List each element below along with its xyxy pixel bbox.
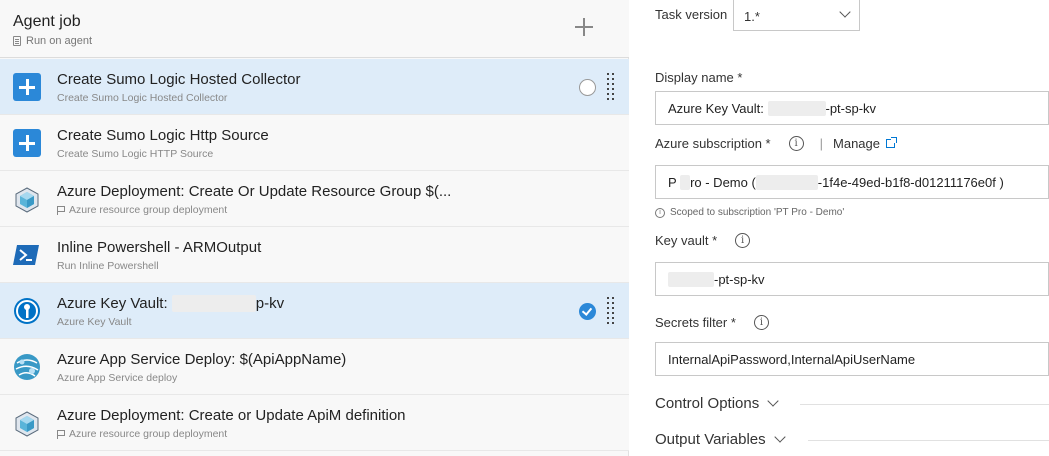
task-subtitle: Run Inline Powershell [57, 260, 159, 272]
manage-link[interactable]: Manage [833, 136, 897, 151]
task-title: Create Sumo Logic Http Source [57, 127, 269, 144]
scoped-note-text: Scoped to subscription 'PT Pro - Demo' [670, 207, 845, 218]
task-item-apim-deploy[interactable]: Azure Deployment: Create or Update ApiM … [0, 395, 629, 451]
azure-resource-group-icon [15, 411, 39, 437]
control-options-section[interactable]: Control Options [655, 394, 779, 412]
output-variables-section[interactable]: Output Variables [655, 430, 786, 448]
task-list-panel: Agent job Run on agent Create Sumo Logic… [0, 0, 629, 456]
task-subtitle: Azure resource group deployment [57, 204, 227, 216]
agent-job-subtitle-text: Run on agent [26, 35, 93, 47]
task-title: Inline Powershell - ARMOutput [57, 239, 262, 256]
chevron-down-icon [773, 430, 786, 443]
task-title: Azure App Service Deploy: $(ApiAppName) [57, 351, 347, 368]
task-title-suffix: p-kv [255, 295, 285, 312]
check-icon[interactable] [579, 303, 596, 320]
display-name-label: Display name * [655, 70, 743, 85]
key-vault-icon [14, 298, 40, 324]
divider [800, 404, 1049, 405]
task-title-prefix: Azure Key Vault: [57, 295, 168, 312]
flag-icon [57, 429, 65, 439]
task-title: Azure Deployment: Create Or Update Resou… [57, 183, 452, 200]
agent-job-header[interactable]: Agent job Run on agent [0, 0, 629, 58]
info-icon: i [655, 207, 665, 218]
task-version-label: Task version [655, 7, 728, 22]
chevron-down-icon [767, 394, 779, 407]
task-title: Azure Deployment: Create or Update ApiM … [57, 407, 406, 424]
display-name-input[interactable]: Azure Key Vault: .-pt-sp-kv [655, 91, 1049, 125]
info-icon[interactable]: i [735, 233, 751, 248]
azure-resource-group-icon [15, 187, 39, 213]
task-item-app-service-deploy[interactable]: Azure App Service Deploy: $(ApiAppName) … [0, 339, 629, 395]
task-enable-toggle[interactable] [579, 79, 596, 96]
display-name-prefix: Azure Key Vault: [668, 101, 764, 116]
key-vault-select[interactable]: .-pt-sp-kv [655, 262, 1049, 296]
azure-subscription-row: Azure subscription * i | Manage [655, 136, 897, 151]
subscription-suffix: -1f4e-49ed-b1f8-d01211176e0f ) [817, 175, 1004, 190]
task-subtitle-text: Azure Key Vault [57, 316, 132, 328]
task-item-azure-rg-deploy[interactable]: Azure Deployment: Create Or Update Resou… [0, 171, 629, 227]
task-subtitle: Azure Key Vault [57, 316, 132, 328]
task-subtitle-text: Azure App Service deploy [57, 372, 178, 384]
task-subtitle: Create Sumo Logic Hosted Collector [57, 92, 227, 104]
task-item-inline-powershell[interactable]: Inline Powershell - ARMOutput Run Inline… [0, 227, 629, 283]
drag-handle-icon[interactable] [607, 73, 615, 101]
task-item-azure-key-vault[interactable]: Azure Key Vault: .p-kv Azure Key Vault [0, 283, 629, 339]
task-settings-panel: Task version 1.* Display name * Azure Ke… [630, 0, 1049, 456]
manage-label: Manage [833, 136, 880, 151]
task-version-value: 1.* [744, 9, 760, 24]
redacted-text: . [680, 175, 691, 190]
task-title: Create Sumo Logic Hosted Collector [57, 71, 301, 88]
agent-job-title: Agent job [13, 13, 81, 30]
control-options-label: Control Options [655, 395, 760, 412]
plus-icon [13, 73, 41, 101]
drag-handle-icon[interactable] [607, 297, 615, 325]
subscription-prefix: P [668, 175, 677, 190]
task-subtitle-text: Azure resource group deployment [69, 204, 228, 216]
key-vault-row: Key vault * i [655, 233, 751, 248]
chevron-down-icon [839, 6, 851, 18]
azure-subscription-label: Azure subscription * [655, 136, 771, 151]
task-subtitle-text: Azure resource group deployment [69, 428, 228, 440]
redacted-text: . [668, 272, 714, 287]
secrets-filter-input[interactable]: InternalApiPassword,InternalApiUserName [655, 342, 1049, 376]
info-icon[interactable]: i [753, 315, 769, 330]
task-subtitle-text: Create Sumo Logic Hosted Collector [57, 92, 228, 104]
task-version-select[interactable]: 1.* [733, 0, 860, 31]
app-service-icon [14, 354, 40, 380]
info-icon[interactable]: i [788, 136, 804, 151]
output-variables-label: Output Variables [655, 431, 766, 448]
flag-icon [57, 205, 65, 215]
task-subtitle-text: Create Sumo Logic HTTP Source [57, 148, 214, 160]
redacted-text: . [171, 295, 256, 312]
task-subtitle: Azure resource group deployment [57, 428, 227, 440]
secrets-filter-row: Secrets filter * i [655, 315, 769, 330]
add-task-button[interactable] [574, 17, 594, 37]
task-subtitle: Azure App Service deploy [57, 372, 177, 384]
scoped-note: i Scoped to subscription 'PT Pro - Demo' [655, 207, 844, 218]
task-title: Azure Key Vault: .p-kv [57, 295, 284, 312]
key-vault-suffix: -pt-sp-kv [714, 272, 765, 287]
separator: | [819, 136, 824, 151]
key-vault-label: Key vault * [655, 233, 718, 248]
powershell-icon [13, 245, 39, 265]
plus-icon [13, 129, 41, 157]
task-item-sumo-http-source[interactable]: Create Sumo Logic Http Source Create Sum… [0, 115, 629, 171]
agent-job-subtitle: Run on agent [13, 35, 92, 47]
redacted-text: . [755, 175, 818, 190]
external-link-icon [886, 137, 897, 148]
secrets-filter-label: Secrets filter * [655, 315, 736, 330]
redacted-text: . [767, 101, 826, 116]
azure-subscription-select[interactable]: P .ro - Demo (.-1f4e-49ed-b1f8-d01211176… [655, 165, 1049, 199]
task-subtitle-text: Run Inline Powershell [57, 260, 159, 272]
display-name-suffix: -pt-sp-kv [825, 101, 877, 116]
agent-icon [13, 36, 21, 46]
task-item-sumo-collector[interactable]: Create Sumo Logic Hosted Collector Creat… [0, 59, 629, 115]
divider [808, 440, 1049, 441]
subscription-mid: ro - Demo ( [690, 175, 756, 190]
task-subtitle: Create Sumo Logic HTTP Source [57, 148, 213, 160]
